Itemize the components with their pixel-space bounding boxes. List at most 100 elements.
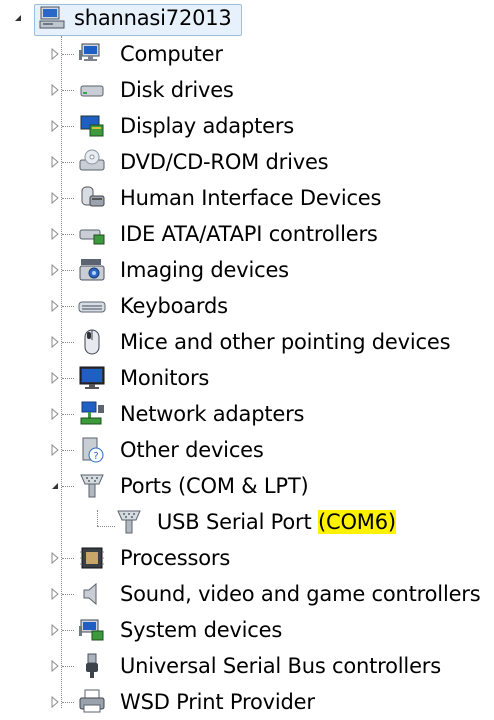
tree-category-label: Human Interface Devices: [120, 186, 382, 210]
tree-category-label: System devices: [120, 618, 283, 642]
tree-category-row[interactable]: Universal Serial Bus controllers: [0, 648, 494, 684]
expand-arrow-icon[interactable]: [49, 372, 61, 384]
processor-icon: [78, 544, 106, 572]
expand-arrow-icon[interactable]: [49, 264, 61, 276]
expand-arrow-icon[interactable]: [49, 444, 61, 456]
tree-category-label: DVD/CD-ROM drives: [120, 150, 329, 174]
speaker-icon: [78, 580, 106, 608]
expand-arrow-icon[interactable]: [49, 588, 61, 600]
tree-guide-line: [62, 414, 74, 415]
tree-category-row[interactable]: Mice and other pointing devices: [0, 324, 494, 360]
network-adapter-icon: [78, 400, 106, 428]
expand-arrow-icon[interactable]: [49, 660, 61, 672]
collapse-arrow-icon[interactable]: [49, 480, 61, 492]
tree-guide-line: [62, 666, 74, 667]
tree-category-row[interactable]: WSD Print Provider: [0, 684, 494, 720]
tree-guide-line: [62, 90, 74, 91]
tree-category-row[interactable]: Sound, video and game controllers: [0, 576, 494, 612]
expand-arrow-icon[interactable]: [49, 228, 61, 240]
tree-category-label: Computer: [120, 42, 223, 66]
tree-category-row[interactable]: Disk drives: [0, 72, 494, 108]
unknown-device-icon: ?: [78, 436, 106, 464]
tree-root-row[interactable]: shannasi72013: [0, 0, 494, 36]
expand-arrow-icon[interactable]: [49, 336, 61, 348]
com-port-highlight: (COM6): [318, 510, 396, 534]
tree-category-row[interactable]: Network adapters: [0, 396, 494, 432]
tree-guide-line: [62, 54, 74, 55]
expand-arrow-icon[interactable]: [49, 192, 61, 204]
tree-category-label: Keyboards: [120, 294, 228, 318]
tree-category-row[interactable]: Display adapters: [0, 108, 494, 144]
tree-category-row[interactable]: System devices: [0, 612, 494, 648]
expand-arrow-icon[interactable]: [49, 156, 61, 168]
printer-icon: [78, 688, 106, 716]
tree-category-label: Imaging devices: [120, 258, 289, 282]
collapse-arrow-icon[interactable]: [12, 12, 24, 24]
tree-root-label: shannasi72013: [74, 6, 232, 30]
tree-category-label: Other devices: [120, 438, 264, 462]
camera-icon: [78, 256, 106, 284]
display-adapter-icon: [78, 112, 106, 140]
expand-arrow-icon[interactable]: [49, 624, 61, 636]
computer-icon: [38, 4, 66, 32]
tree-category-label: Universal Serial Bus controllers: [120, 654, 441, 678]
tree-category-label: Mice and other pointing devices: [120, 330, 451, 354]
computer-icon: [78, 40, 106, 68]
tree-guide-line: [62, 306, 74, 307]
tree-category-label: Disk drives: [120, 78, 234, 102]
tree-category-row[interactable]: Monitors: [0, 360, 494, 396]
tree-guide-line: [62, 270, 74, 271]
port-icon: [115, 508, 143, 536]
dvd-drive-icon: [78, 148, 106, 176]
tree-device-row[interactable]: USB Serial Port (COM6): [0, 504, 494, 540]
tree-category-row[interactable]: Processors: [0, 540, 494, 576]
system-device-icon: [78, 616, 106, 644]
tree-category-label: Monitors: [120, 366, 210, 390]
tree-category-label: WSD Print Provider: [120, 690, 315, 714]
tree-device-label: USB Serial Port (COM6): [157, 504, 396, 540]
tree-guide-line: [62, 126, 74, 127]
tree-category-row[interactable]: Keyboards: [0, 288, 494, 324]
tree-category-row[interactable]: Computer: [0, 36, 494, 72]
ide-controller-icon: [78, 220, 106, 248]
tree-category-row[interactable]: Ports (COM & LPT): [0, 468, 494, 504]
expand-arrow-icon[interactable]: [49, 408, 61, 420]
expand-arrow-icon[interactable]: [49, 48, 61, 60]
tree-category-row[interactable]: IDE ATA/ATAPI controllers: [0, 216, 494, 252]
tree-category-row[interactable]: ? Other devices: [0, 432, 494, 468]
tree-guide-line: [62, 198, 74, 199]
expand-arrow-icon[interactable]: [49, 120, 61, 132]
tree-category-label: Sound, video and game controllers: [120, 582, 481, 606]
tree-guide-line: [62, 702, 74, 703]
tree-category-label: Display adapters: [120, 114, 295, 138]
port-icon: [78, 472, 106, 500]
usb-plug-icon: [78, 652, 106, 680]
tree-guide-line: [62, 450, 74, 451]
expand-arrow-icon[interactable]: [49, 84, 61, 96]
tree-guide-line: [62, 558, 74, 559]
svg-text:?: ?: [93, 451, 98, 462]
expand-arrow-icon[interactable]: [49, 300, 61, 312]
tree-category-label: Processors: [120, 546, 231, 570]
tree-guide-line: [62, 594, 74, 595]
tree-guide-line: [62, 378, 74, 379]
device-manager-tree: shannasi72013 Computer Disk drives Display…: [0, 0, 494, 717]
tree-category-row[interactable]: Human Interface Devices: [0, 180, 494, 216]
monitor-icon: [78, 364, 106, 392]
tree-category-row[interactable]: Imaging devices: [0, 252, 494, 288]
mouse-icon: [78, 328, 106, 356]
tree-category-label: IDE ATA/ATAPI controllers: [120, 222, 378, 246]
tree-category-row[interactable]: DVD/CD-ROM drives: [0, 144, 494, 180]
expand-arrow-icon[interactable]: [49, 552, 61, 564]
tree-category-label: Ports (COM & LPT): [120, 474, 309, 498]
tree-guide-line: [62, 234, 74, 235]
device-name: USB Serial Port: [157, 510, 318, 534]
expand-arrow-icon[interactable]: [49, 696, 61, 708]
tree-category-label: Network adapters: [120, 402, 305, 426]
tree-guide-line: [62, 630, 74, 631]
disk-drive-icon: [78, 76, 106, 104]
tree-guide-line: [62, 486, 74, 487]
keyboard-icon: [78, 292, 106, 320]
tree-guide-line: [62, 162, 74, 163]
tree-guide-line: [62, 342, 74, 343]
